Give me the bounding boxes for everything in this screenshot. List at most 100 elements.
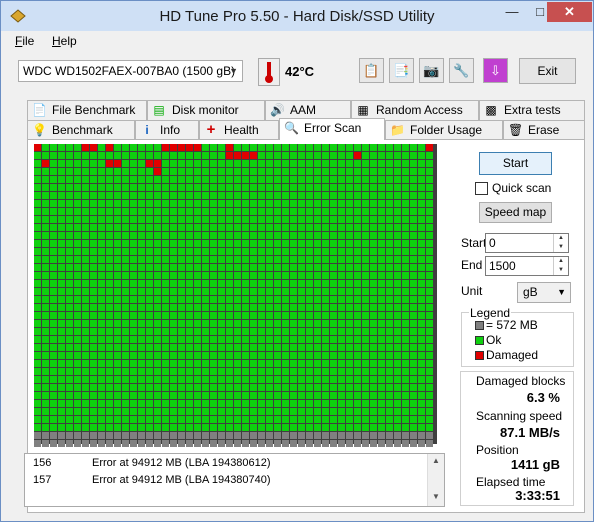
log-scrollbar[interactable]: ▲ ▼ — [427, 454, 444, 506]
start-field[interactable]: 0 ▲ ▼ — [485, 233, 569, 253]
scan-block-ok — [418, 280, 425, 287]
scan-block-ok — [250, 312, 257, 319]
scan-block-ok — [106, 416, 113, 423]
scan-block-ok — [354, 336, 361, 343]
error-log[interactable]: 156 Error at 94912 MB (LBA 194380612) 157… — [24, 453, 445, 507]
tab-info[interactable]: i Info — [135, 120, 199, 140]
copy-info-icon: 📋 — [363, 63, 380, 78]
scan-block-ok — [202, 328, 209, 335]
screenshot-button[interactable]: 📷 — [419, 58, 444, 83]
scan-block-ok — [314, 240, 321, 247]
scan-block-ok — [322, 384, 329, 391]
speed-map-button[interactable]: Speed map — [479, 202, 552, 223]
scan-block-ok — [210, 312, 217, 319]
scan-block-ok — [258, 232, 265, 239]
scan-block-ok — [162, 200, 169, 207]
scan-block-ok — [42, 192, 49, 199]
drive-select[interactable]: WDC WD1502FAEX-007BA0 (1500 gB) ▼ — [18, 60, 243, 82]
scan-block-ok — [66, 280, 73, 287]
scan-block-ok — [106, 304, 113, 311]
tab-extra-tests[interactable]: ▩ Extra tests — [479, 100, 585, 120]
close-button[interactable]: ✕ — [547, 2, 592, 22]
scan-block-ok — [82, 240, 89, 247]
tab-erase[interactable]: 🗑 Erase — [503, 120, 585, 140]
scan-block-ok — [250, 368, 257, 375]
scan-block-ok — [298, 200, 305, 207]
scan-block-unused — [290, 440, 297, 447]
tab-random-access[interactable]: ▦ Random Access — [351, 100, 479, 120]
tab-benchmark[interactable]: 💡 Benchmark — [27, 120, 135, 140]
tab-aam[interactable]: 🔊 AAM — [265, 100, 351, 120]
start-button[interactable]: Start — [479, 152, 552, 175]
scan-block-ok — [50, 384, 57, 391]
scan-block-ok — [322, 368, 329, 375]
unit-select[interactable]: gB ▼ — [517, 282, 571, 303]
scan-block-ok — [122, 176, 129, 183]
copy-info-button[interactable]: 📋 — [359, 58, 384, 83]
scan-block-ok — [418, 160, 425, 167]
scan-block-ok — [274, 224, 281, 231]
scan-block-ok — [282, 240, 289, 247]
end-field[interactable]: 1500 ▲ ▼ — [485, 256, 569, 276]
minimize-button[interactable]: — — [498, 2, 526, 22]
scan-block-ok — [410, 272, 417, 279]
scan-block-ok — [362, 264, 369, 271]
scan-block-ok — [146, 352, 153, 359]
menu-help[interactable]: Help — [52, 34, 77, 48]
quick-scan-label[interactable]: Quick scan — [492, 181, 551, 195]
scan-block-ok — [402, 336, 409, 343]
tab-health[interactable]: + Health — [199, 120, 279, 140]
start-spinner[interactable]: ▲ ▼ — [553, 234, 568, 252]
download-button[interactable]: ⇩ — [483, 58, 508, 83]
scan-block-ok — [250, 224, 257, 231]
scan-block-ok — [130, 168, 137, 175]
scan-block-ok — [234, 160, 241, 167]
exit-button[interactable]: Exit — [519, 58, 576, 84]
scan-block-ok — [42, 352, 49, 359]
scan-block-ok — [226, 280, 233, 287]
scan-block-ok — [202, 232, 209, 239]
scan-block-ok — [218, 304, 225, 311]
quick-scan-checkbox[interactable] — [475, 182, 488, 195]
scan-block-ok — [402, 320, 409, 327]
scan-block-ok — [394, 192, 401, 199]
scan-block-unused — [234, 440, 241, 447]
scan-block-ok — [338, 304, 345, 311]
tab-folder-usage[interactable]: 📁 Folder Usage — [385, 120, 503, 140]
scan-block-ok — [234, 208, 241, 215]
scan-block-ok — [74, 248, 81, 255]
scan-block-ok — [218, 248, 225, 255]
tab-error-scan[interactable]: 🔍 Error Scan — [279, 118, 385, 140]
scan-block-ok — [338, 160, 345, 167]
spin-down-icon[interactable]: ▼ — [554, 243, 568, 252]
scan-block-ok — [50, 376, 57, 383]
spin-up-icon[interactable]: ▲ — [554, 234, 568, 243]
scan-block-ok — [82, 248, 89, 255]
scan-block-ok — [418, 344, 425, 351]
scan-block-ok — [170, 336, 177, 343]
scan-block-ok — [258, 176, 265, 183]
tab-file-benchmark[interactable]: 📄 File Benchmark — [27, 100, 147, 120]
scroll-down-icon[interactable]: ▼ — [428, 492, 444, 501]
scroll-up-icon[interactable]: ▲ — [428, 456, 444, 465]
end-spinner[interactable]: ▲ ▼ — [553, 257, 568, 275]
tab-disk-monitor[interactable]: ▤ Disk monitor — [147, 100, 265, 120]
scan-block-ok — [402, 280, 409, 287]
scan-block-unused — [42, 440, 49, 447]
scan-block-ok — [194, 312, 201, 319]
scan-block-ok — [314, 224, 321, 231]
health-icon: + — [206, 121, 216, 138]
scan-block-ok — [130, 296, 137, 303]
scan-block-ok — [218, 240, 225, 247]
scan-block-ok — [122, 360, 129, 367]
scan-block-ok — [378, 424, 385, 431]
scan-block-ok — [274, 208, 281, 215]
menu-file[interactable]: File — [15, 34, 34, 48]
spin-up-icon[interactable]: ▲ — [554, 257, 568, 266]
spin-down-icon[interactable]: ▼ — [554, 266, 568, 275]
scan-block-ok — [186, 272, 193, 279]
scan-block-ok — [130, 392, 137, 399]
options-button[interactable]: 🔧 — [449, 58, 474, 83]
copy-screen-button[interactable]: 📑 — [389, 58, 414, 83]
title-bar[interactable]: HD Tune Pro 5.50 - Hard Disk/SSD Utility… — [1, 1, 593, 31]
